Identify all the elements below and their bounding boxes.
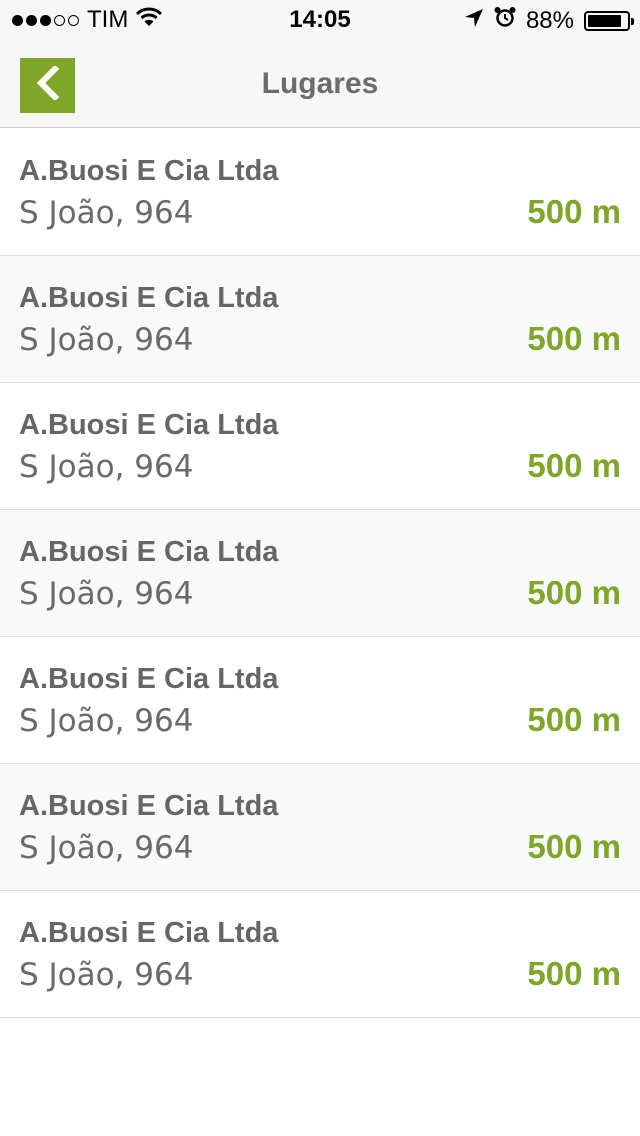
chevron-left-icon — [34, 64, 62, 105]
place-address: S João, 964 — [19, 322, 194, 358]
place-name: A.Buosi E Cia Ltda — [19, 282, 279, 314]
battery-percent: 88% — [525, 6, 574, 34]
status-bar: TIM 14:05 88% — [0, 0, 640, 40]
list-item[interactable]: A.Buosi E Cia Ltda S João, 964 500 m — [0, 383, 640, 510]
list-item[interactable]: A.Buosi E Cia Ltda S João, 964 500 m — [0, 129, 640, 256]
list-item[interactable]: A.Buosi E Cia Ltda S João, 964 500 m — [0, 891, 640, 1018]
navigation-bar: Lugares — [0, 40, 640, 128]
place-address: S João, 964 — [19, 195, 194, 231]
place-distance: 500 m — [527, 447, 621, 484]
battery-level — [588, 14, 622, 27]
location-arrow-icon — [464, 7, 484, 35]
place-address: S João, 964 — [19, 449, 194, 485]
place-distance: 500 m — [527, 701, 621, 738]
places-list: A.Buosi E Cia Ltda S João, 964 500 m A.B… — [0, 129, 640, 1018]
place-address: S João, 964 — [19, 830, 194, 866]
place-name: A.Buosi E Cia Ltda — [19, 790, 279, 822]
place-name: A.Buosi E Cia Ltda — [19, 917, 279, 949]
place-name: A.Buosi E Cia Ltda — [19, 409, 279, 441]
place-name: A.Buosi E Cia Ltda — [19, 536, 279, 568]
place-distance: 500 m — [527, 320, 621, 357]
back-button[interactable] — [20, 58, 75, 113]
place-distance: 500 m — [527, 193, 621, 230]
place-distance: 500 m — [527, 574, 621, 611]
battery-icon — [584, 10, 634, 31]
place-address: S João, 964 — [19, 576, 194, 612]
battery-tip — [631, 17, 634, 25]
status-bar-right: 88% — [464, 6, 634, 35]
place-distance: 500 m — [527, 828, 621, 865]
place-name: A.Buosi E Cia Ltda — [19, 155, 279, 187]
place-name: A.Buosi E Cia Ltda — [19, 663, 279, 695]
alarm-icon — [494, 6, 516, 35]
list-item[interactable]: A.Buosi E Cia Ltda S João, 964 500 m — [0, 256, 640, 383]
place-address: S João, 964 — [19, 957, 194, 993]
place-distance: 500 m — [527, 955, 621, 992]
list-item[interactable]: A.Buosi E Cia Ltda S João, 964 500 m — [0, 637, 640, 764]
list-item[interactable]: A.Buosi E Cia Ltda S João, 964 500 m — [0, 764, 640, 891]
page-title: Lugares — [261, 67, 379, 100]
place-address: S João, 964 — [19, 703, 194, 739]
list-item[interactable]: A.Buosi E Cia Ltda S João, 964 500 m — [0, 510, 640, 637]
